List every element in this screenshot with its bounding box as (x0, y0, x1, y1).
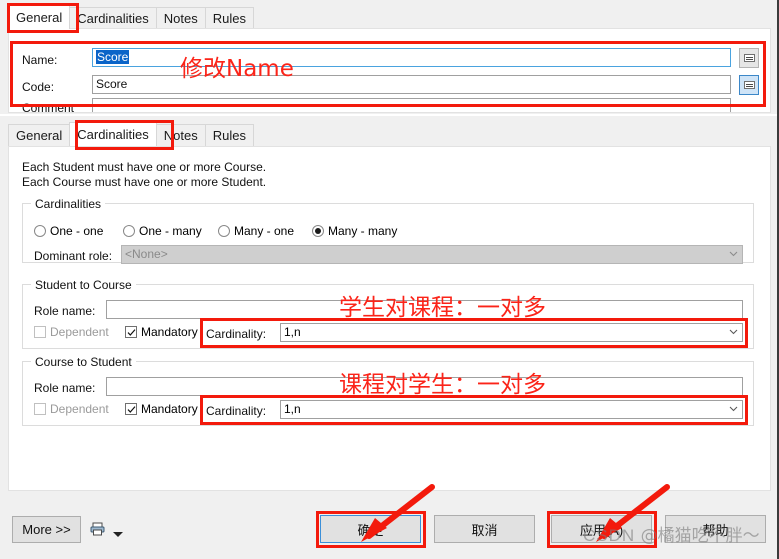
tab-general-bottom[interactable]: General (8, 124, 71, 146)
course-cardinality-label: Cardinality: (206, 404, 267, 418)
student-mandatory-label: Mandatory (141, 325, 198, 339)
radio-many-many[interactable]: Many - many (312, 224, 397, 238)
student-to-course-title: Student to Course (31, 278, 136, 292)
cancel-button-label: 取消 (471, 522, 498, 538)
more-button[interactable]: More >> (12, 516, 81, 543)
course-to-student-title: Course to Student (31, 355, 136, 369)
bottom-tabstrip: General Cardinalities Notes Rules (8, 122, 255, 146)
code-label: Code: (22, 80, 55, 94)
equals-button-icon (743, 81, 755, 89)
dominant-role-label: Dominant role: (34, 249, 113, 263)
student-cardinality-value: 1,n (284, 325, 301, 339)
radio-one-many[interactable]: One - many (123, 224, 202, 238)
radio-one-one[interactable]: One - one (34, 224, 103, 238)
cancel-button[interactable]: 取消 (434, 515, 535, 543)
name-label: Name: (22, 53, 58, 67)
tab-rules-top[interactable]: Rules (204, 7, 255, 29)
comment-input[interactable] (92, 98, 731, 112)
annotation-course-to-student: 课程对学生：一对多 (339, 372, 546, 398)
tab-cardinalities-bottom[interactable]: Cardinalities (69, 122, 157, 146)
dominant-role-value: <None> (125, 247, 168, 261)
equals-button-icon (743, 54, 755, 62)
ok-button-label: 确定 (357, 522, 384, 538)
checkbox-checked-icon (125, 403, 137, 415)
radio-dot-icon (218, 225, 230, 237)
apply-button[interactable]: 应用(A) (551, 515, 652, 543)
radio-many-one[interactable]: Many - one (218, 224, 294, 238)
name-input-value: Score (96, 50, 130, 64)
code-equals-button[interactable] (739, 75, 759, 95)
help-button[interactable]: 帮助 (665, 515, 766, 543)
chevron-down-icon (729, 251, 738, 257)
radio-dot-icon (123, 225, 135, 237)
student-dependent-label: Dependent (50, 325, 109, 339)
comment-label: Comment (22, 101, 75, 115)
radio-one-many-label: One - many (139, 224, 202, 238)
summary-line-1: Each Student must have one or more Cours… (22, 160, 267, 174)
top-tabstrip: General Cardinalities Notes Rules (8, 5, 255, 29)
summary-line-2: Each Course must have one or more Studen… (22, 175, 267, 189)
tab-general-top[interactable]: General (8, 5, 71, 29)
more-button-label: More >> (22, 522, 71, 537)
student-cardinality-combo[interactable]: 1,n (280, 323, 743, 342)
checkbox-icon (34, 326, 46, 338)
course-dependent-label: Dependent (50, 402, 109, 416)
help-button-label: 帮助 (702, 522, 729, 538)
radio-many-many-label: Many - many (328, 224, 398, 238)
chevron-down-icon[interactable] (113, 527, 123, 537)
radio-many-one-label: Many - one (234, 224, 295, 238)
tab-notes-top[interactable]: Notes (155, 7, 206, 29)
student-mandatory-checkbox[interactable]: Mandatory (125, 325, 198, 339)
name-equals-button[interactable] (739, 48, 759, 68)
radio-dot-icon (312, 225, 324, 237)
cardinalities-group-title: Cardinalities (31, 197, 106, 211)
tab-cardinalities-top[interactable]: Cardinalities (69, 7, 157, 29)
checkbox-icon (34, 403, 46, 415)
course-mandatory-label: Mandatory (141, 402, 198, 416)
student-role-name-label: Role name: (34, 304, 96, 318)
chevron-down-icon (729, 329, 738, 335)
chevron-down-icon (729, 406, 738, 412)
radio-dot-icon (34, 225, 46, 237)
apply-button-label: 应用(A) (579, 522, 624, 538)
code-input-value: Score (96, 77, 128, 91)
screenshot-root: General Cardinalities Notes Rules Name: … (0, 0, 779, 559)
course-role-name-label: Role name: (34, 381, 96, 395)
ok-button[interactable]: 确定 (320, 515, 421, 543)
annotation-student-to-course: 学生对课程：一对多 (339, 295, 546, 321)
student-cardinality-label: Cardinality: (206, 327, 267, 341)
panel-divider (0, 114, 779, 116)
tab-rules-bottom[interactable]: Rules (204, 124, 255, 146)
tab-notes-bottom[interactable]: Notes (155, 124, 206, 146)
dominant-role-combo[interactable]: <None> (121, 245, 743, 264)
course-cardinality-value: 1,n (284, 402, 301, 416)
checkbox-checked-icon (125, 326, 137, 338)
course-dependent-checkbox[interactable]: Dependent (34, 402, 109, 416)
student-dependent-checkbox[interactable]: Dependent (34, 325, 109, 339)
course-mandatory-checkbox[interactable]: Mandatory (125, 402, 198, 416)
course-cardinality-combo[interactable]: 1,n (280, 400, 743, 419)
annotation-modify-name: 修改Name (180, 56, 294, 82)
print-icon[interactable] (90, 522, 106, 536)
radio-one-one-label: One - one (50, 224, 104, 238)
